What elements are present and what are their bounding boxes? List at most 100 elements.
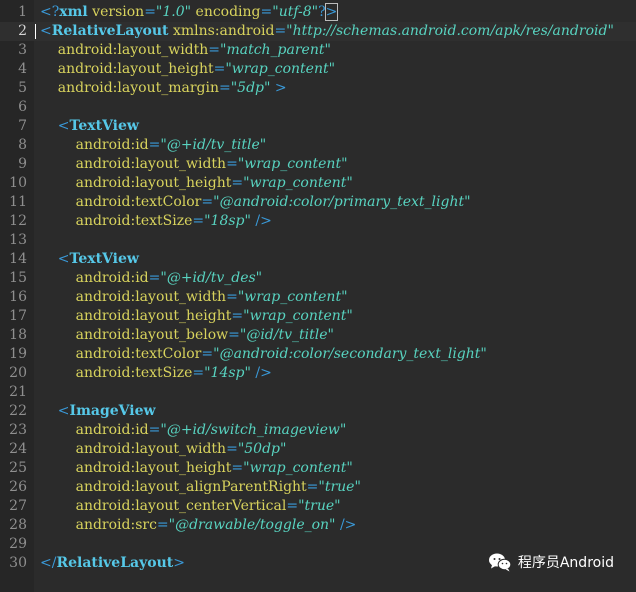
code-line[interactable]: 20 android:textSize="14sp" /> — [0, 364, 636, 383]
code-token-tag: ImageView — [69, 403, 156, 419]
code-token-box: > — [324, 3, 339, 21]
code-line[interactable]: 3 android:layout_width="match_parent" — [0, 41, 636, 60]
wechat-icon — [488, 552, 512, 572]
code-token-punct: /> — [250, 365, 272, 381]
code-line[interactable]: 22 <ImageView — [0, 402, 636, 421]
code-token-attr: android:layout_width — [40, 289, 227, 305]
line-number: 20 — [9, 365, 27, 381]
code-token-val: "@id/tv_title" — [239, 327, 334, 343]
line-number: 11 — [9, 194, 27, 210]
code-token-attr: android:layout_height — [40, 460, 232, 476]
code-token-punct: = — [231, 175, 244, 191]
code-token-attr: android:textSize — [40, 365, 193, 381]
code-line[interactable]: 26 android:layout_alignParentRight="true… — [0, 478, 636, 497]
code-line[interactable]: 21 — [0, 383, 636, 402]
code-line[interactable]: 7 <TextView — [0, 117, 636, 136]
code-text: android:layout_width="50dp" — [40, 440, 287, 459]
code-token-attr: android:layout_height — [40, 175, 232, 191]
line-number: 27 — [9, 498, 27, 514]
code-line[interactable]: 6 — [0, 98, 636, 117]
code-token-val: "1.0" — [155, 4, 192, 20]
code-line[interactable]: 25 android:layout_height="wrap_content" — [0, 459, 636, 478]
code-line[interactable]: 11 android:textColor="@android:color/pri… — [0, 193, 636, 212]
code-token-val: "18sp" — [204, 213, 251, 229]
code-token-punct: /> — [250, 213, 272, 229]
code-line[interactable]: 15 android:id="@+id/tv_des" — [0, 269, 636, 288]
code-text: android:layout_width="match_parent" — [40, 41, 331, 60]
line-number: 12 — [9, 213, 27, 229]
code-token-punct: = — [231, 308, 244, 324]
code-token-punct: = — [228, 327, 240, 343]
code-token-tag: TextView — [69, 251, 139, 267]
code-line[interactable]: 28 android:src="@drawable/toggle_on" /> — [0, 516, 636, 535]
code-line[interactable]: 19 android:textColor="@android:color/sec… — [0, 345, 636, 364]
code-line[interactable]: 16 android:layout_width="wrap_content" — [0, 288, 636, 307]
code-line[interactable]: 4 android:layout_height="wrap_content" — [0, 60, 636, 79]
code-text: android:layout_height="wrap_content" — [40, 60, 335, 79]
code-token-punct: = — [286, 498, 299, 514]
line-number: 26 — [9, 479, 27, 495]
line-number: 7 — [18, 118, 27, 134]
code-line[interactable]: 2 <RelativeLayout xmlns:android="http://s… — [0, 22, 636, 41]
line-number: 14 — [9, 251, 27, 267]
code-token-attr: android:layout_below — [40, 327, 229, 343]
code-line[interactable]: 14 <TextView — [0, 250, 636, 269]
code-token-attr: android:layout_height — [40, 61, 214, 77]
code-token-punct: = — [218, 80, 231, 96]
code-line[interactable]: 10 android:layout_height="wrap_content" — [0, 174, 636, 193]
code-token-val: "wrap_content" — [243, 308, 353, 324]
code-text: android:layout_centerVertical="true" — [40, 497, 341, 516]
code-token-val: "http://schemas.android.com/apk/res/andr… — [286, 23, 614, 39]
code-line[interactable]: 17 android:layout_height="wrap_content" — [0, 307, 636, 326]
code-token-punct: <? — [40, 4, 60, 20]
code-text: android:layout_alignParentRight="true" — [40, 478, 361, 497]
code-token-val: "wrap_content" — [243, 175, 353, 191]
code-text: android:textColor="@android:color/primar… — [40, 193, 471, 212]
code-token-punct: = — [208, 42, 221, 58]
code-token-val: "wrap_content" — [237, 156, 348, 172]
code-line[interactable]: 9 android:layout_width="wrap_content" — [0, 155, 636, 174]
code-line[interactable]: 1 <?xml version="1.0" encoding="utf-8"?> — [0, 3, 636, 22]
code-token-val: "@+id/tv_title" — [160, 137, 267, 153]
line-number: 8 — [18, 137, 27, 153]
code-line[interactable]: 8 android:id="@+id/tv_title" — [0, 136, 636, 155]
code-text: android:layout_height="wrap_content" — [40, 307, 353, 326]
text-cursor — [35, 24, 36, 39]
code-token-punct: = — [201, 346, 214, 362]
code-token-tag: RelativeLayout — [56, 555, 174, 571]
code-line[interactable]: 5 android:layout_margin="5dp" > — [0, 79, 636, 98]
line-number: 4 — [18, 61, 27, 77]
code-text: android:id="@+id/tv_des" — [40, 269, 263, 288]
code-line[interactable]: 13 — [0, 231, 636, 250]
code-token-tag: TextView — [69, 118, 139, 134]
code-line[interactable]: 18 android:layout_below="@id/tv_title" — [0, 326, 636, 345]
code-token-val: "wrap_content" — [237, 289, 348, 305]
code-text: android:layout_width="wrap_content" — [40, 288, 348, 307]
line-number: 22 — [9, 403, 27, 419]
code-area[interactable]: 1 <?xml version="1.0" encoding="utf-8"?> 2… — [0, 3, 636, 573]
code-token-tag: RelativeLayout — [51, 23, 169, 39]
code-token-val: "14sp" — [204, 365, 251, 381]
code-token-punct: > — [173, 555, 185, 571]
line-number: 16 — [9, 289, 27, 305]
code-token-punct: = — [226, 156, 238, 172]
code-token-punct: </ — [40, 555, 57, 571]
line-number: 21 — [9, 384, 27, 400]
code-line[interactable]: 27 android:layout_centerVertical="true" — [0, 497, 636, 516]
line-number: 15 — [9, 270, 27, 286]
code-text: <?xml version="1.0" encoding="utf-8"?> — [40, 3, 339, 22]
code-token-attr: encoding — [191, 4, 261, 20]
code-token-attr: android:src — [40, 517, 157, 533]
code-token-attr: android:id — [40, 422, 149, 438]
code-token-punct: = — [201, 194, 214, 210]
code-line[interactable]: 23 android:id="@+id/switch_imageview" — [0, 421, 636, 440]
code-line[interactable]: 24 android:layout_width="50dp" — [0, 440, 636, 459]
code-editor[interactable]: 1 <?xml version="1.0" encoding="utf-8"?> 2… — [0, 0, 636, 592]
code-token-punct: = — [306, 479, 319, 495]
code-line[interactable]: 12 android:textSize="18sp" /> — [0, 212, 636, 231]
code-token-punct: = — [192, 365, 205, 381]
code-token-punct: = — [148, 137, 161, 153]
line-number: 5 — [18, 80, 27, 96]
line-number: 10 — [9, 175, 27, 191]
code-text: android:src="@drawable/toggle_on" /> — [40, 516, 357, 535]
